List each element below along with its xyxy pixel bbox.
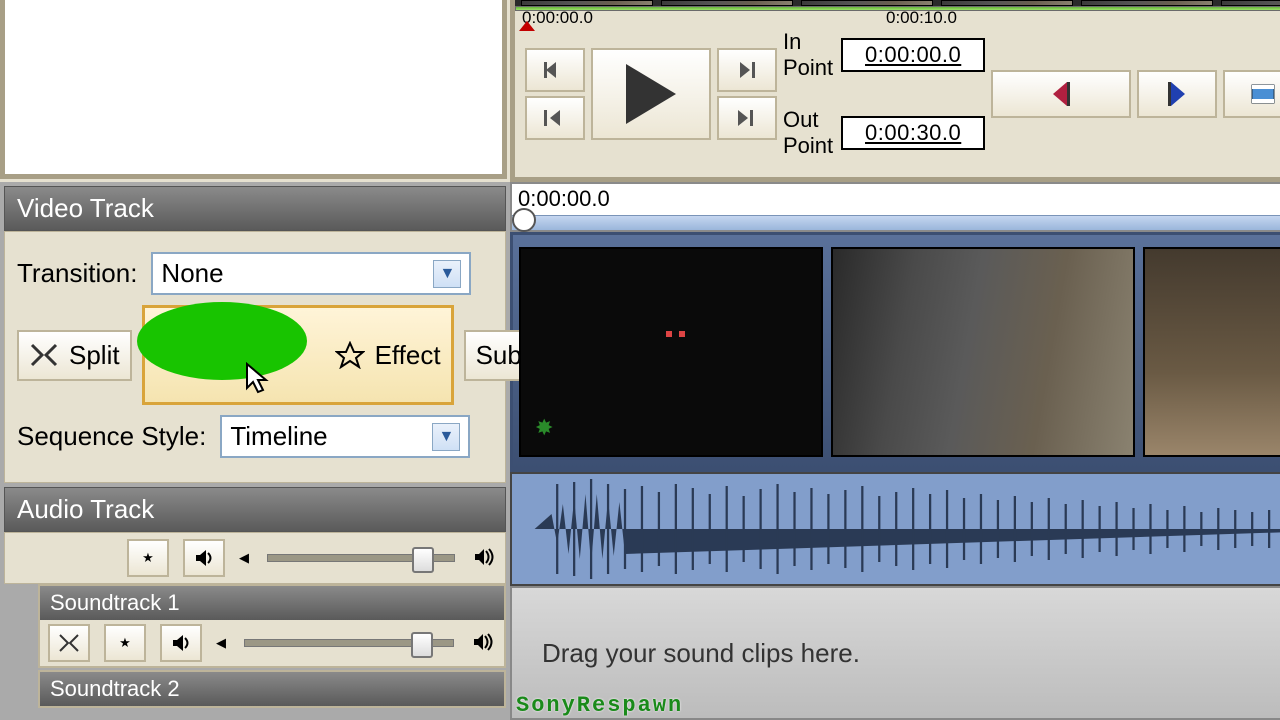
go-end-button[interactable] — [717, 96, 777, 140]
play-icon — [626, 64, 676, 124]
video-clip[interactable] — [1143, 247, 1280, 457]
volume-low-icon: ◀ — [216, 635, 226, 651]
transport-panel: 0:00:00.0 0:00:10.0 0:00 In Point0:00:00… — [510, 0, 1280, 182]
transition-select[interactable]: None ▼ — [151, 252, 471, 295]
in-point-label: In Point — [783, 29, 833, 81]
audio-waveform-lane[interactable] — [510, 472, 1280, 586]
sound-drop-zone[interactable]: Drag your sound clips here. SonyRespawn — [510, 586, 1280, 720]
video-track-lane[interactable]: ✸ — [510, 232, 1280, 472]
split-button[interactable]: Split — [17, 330, 132, 381]
soundtrack-1: Soundtrack 1 ★ ◀ — [38, 584, 506, 668]
step-back-button[interactable] — [525, 48, 585, 92]
set-out-button[interactable] — [1137, 70, 1217, 118]
video-clip[interactable]: ✸ — [519, 247, 823, 457]
video-track-header: Video Track — [4, 186, 506, 231]
left-panel: Video Track Transition: None ▼ Split Eff… — [0, 182, 510, 720]
drop-hint: Drag your sound clips here. — [542, 638, 860, 669]
set-in-button[interactable] — [991, 70, 1131, 118]
transition-label: Transition: — [17, 258, 137, 289]
in-marker-icon[interactable] — [519, 21, 535, 31]
play-button[interactable] — [591, 48, 711, 140]
go-start-button[interactable] — [525, 96, 585, 140]
source-ruler[interactable]: 0:00:00.0 0:00:10.0 0:00 — [515, 6, 1280, 11]
sequence-style-value: Timeline — [230, 421, 327, 452]
sequence-style-select[interactable]: Timeline ▼ — [220, 415, 470, 458]
video-clip[interactable] — [831, 247, 1135, 457]
soundtrack-2: Soundtrack 2 — [38, 670, 506, 708]
soundtrack-mute-button[interactable] — [160, 624, 202, 662]
soundtrack-effect-button[interactable]: ★ — [104, 624, 146, 662]
soundtrack-volume-slider[interactable] — [244, 639, 454, 647]
soundtrack-split-button[interactable] — [48, 624, 90, 662]
audio-effect-button[interactable]: ★ — [127, 539, 169, 577]
volume-high-icon — [472, 632, 496, 655]
sequence-style-label: Sequence Style: — [17, 421, 206, 452]
highlight-marker — [137, 302, 307, 380]
step-forward-button[interactable] — [717, 48, 777, 92]
soundtrack-2-header: Soundtrack 2 — [40, 672, 504, 706]
volume-low-icon: ◀ — [239, 550, 249, 566]
effect-button[interactable]: Effect — [142, 305, 454, 405]
transition-value: None — [161, 258, 223, 289]
timeline-ruler[interactable]: 0:00:00.0 0:00 — [510, 182, 1280, 232]
out-point-label: Out Point — [783, 107, 833, 159]
split-icon — [29, 342, 59, 368]
add-clip-button[interactable] — [1223, 70, 1280, 118]
audio-mute-button[interactable] — [183, 539, 225, 577]
effect-applied-icon: ✸ — [535, 415, 553, 441]
in-point-input[interactable]: 0:00:00.0 — [841, 38, 985, 72]
ruler-tick: 0:00:10.0 — [886, 8, 957, 28]
volume-high-icon — [473, 547, 497, 570]
audio-track-header: Audio Track — [4, 487, 506, 532]
app-root: 0:00:00.0 0:00:10.0 0:00 In Point0:00:00… — [0, 0, 1280, 720]
soundtrack-1-header: Soundtrack 1 — [40, 586, 504, 620]
watermark-text: SonyRespawn — [516, 693, 683, 718]
video-track-panel: Transition: None ▼ Split Effect Subtitle — [4, 231, 506, 483]
preview-pane — [0, 0, 507, 179]
chevron-down-icon: ▼ — [433, 260, 461, 288]
playhead[interactable] — [512, 208, 536, 232]
star-icon — [335, 341, 365, 369]
out-point-input[interactable]: 0:00:30.0 — [841, 116, 985, 150]
master-volume-slider[interactable] — [267, 554, 455, 562]
chevron-down-icon: ▼ — [432, 423, 460, 451]
in-out-fields: In Point0:00:00.0 Out Point0:00:30.0 — [783, 19, 985, 169]
timeline-area: 0:00:00.0 0:00 ✸ — [510, 182, 1280, 720]
timeline-tick: 0:00:00.0 — [518, 186, 610, 212]
audio-master-controls: ★ ◀ — [4, 532, 506, 584]
